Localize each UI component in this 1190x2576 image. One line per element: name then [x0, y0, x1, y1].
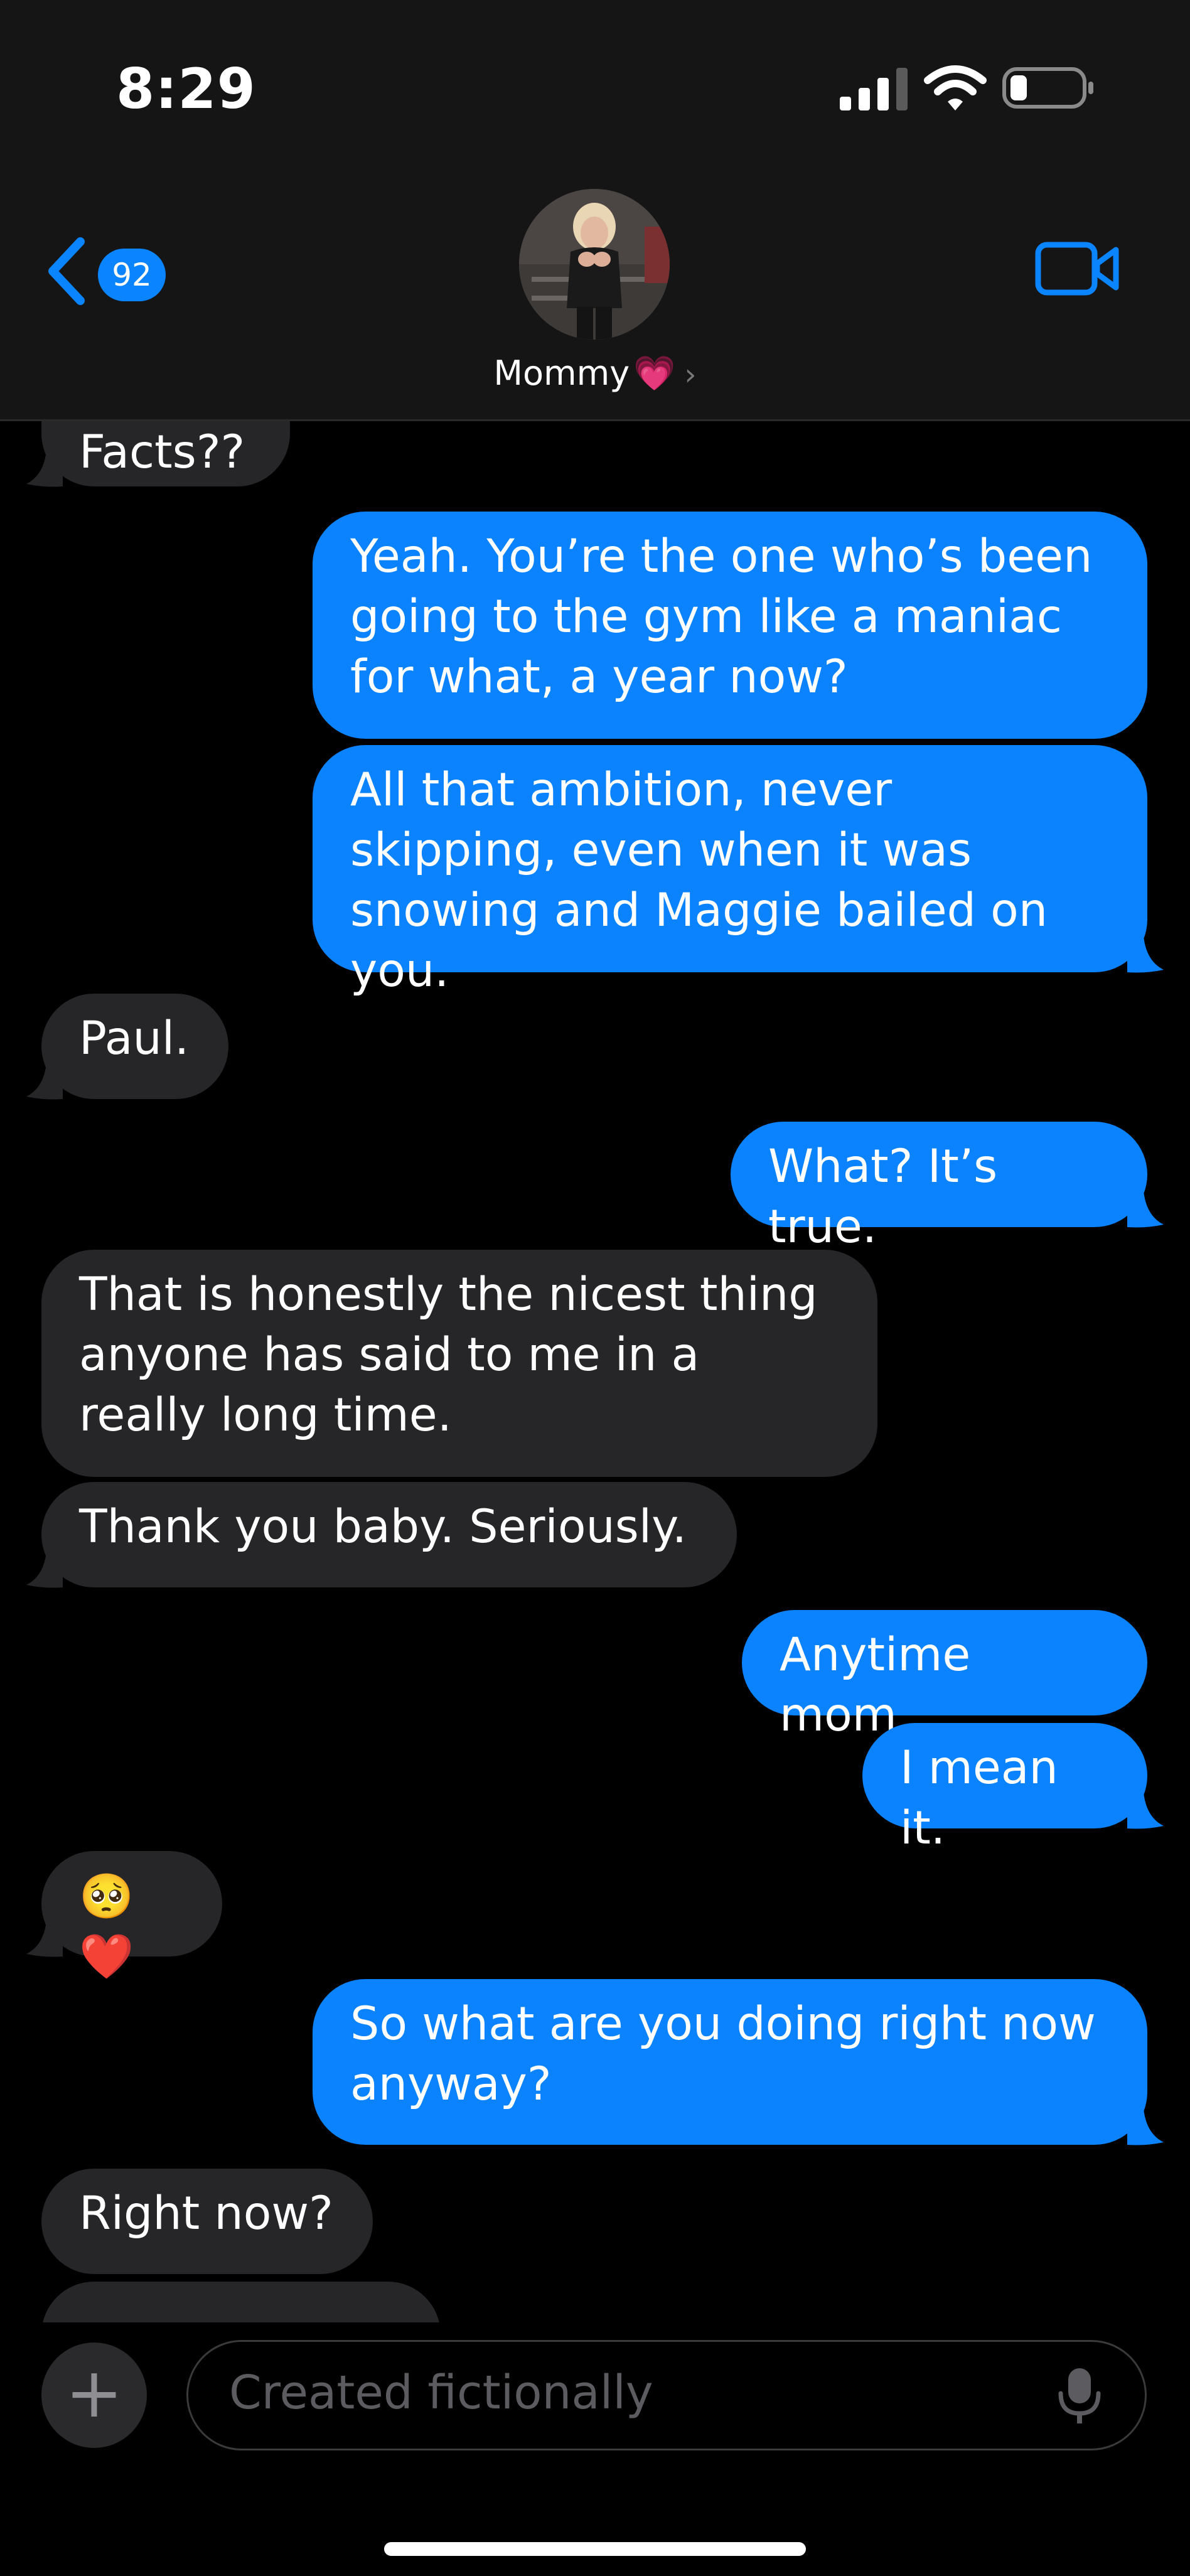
wifi-icon — [924, 65, 987, 110]
message-input-placeholder: Created fictionally — [229, 2366, 653, 2420]
composer-bar: + Created fictionally — [0, 2322, 1190, 2576]
status-bar: 8:29 — [0, 0, 1190, 176]
bubble-tail — [1127, 2108, 1164, 2145]
message-input[interactable]: Created fictionally — [186, 2340, 1147, 2450]
microphone-icon[interactable] — [1054, 2366, 1105, 2426]
contact-avatar[interactable] — [519, 189, 670, 340]
contact-name-button[interactable]: Mommy 💗 › — [0, 353, 1190, 394]
message-sent[interactable]: So what are you doing right now anyway? — [313, 1979, 1147, 2145]
message-thread[interactable]: Facts?? Yeah. You’re the one who’s been … — [0, 421, 1190, 2323]
unread-count-badge: 92 — [98, 249, 166, 301]
signal-icon — [840, 68, 908, 110]
bubble-tail — [1127, 1191, 1164, 1228]
message-received[interactable]: That is honestly the nicest thing anyone… — [41, 1250, 877, 1477]
message-sent[interactable]: What? It’s true. — [731, 1122, 1147, 1253]
bubble-tail — [1127, 1792, 1164, 1829]
message-sent[interactable]: I mean it. — [862, 1723, 1147, 1855]
status-time: 8:29 — [116, 56, 256, 121]
message-received[interactable]: Facts?? — [41, 421, 290, 486]
plus-icon: + — [65, 2353, 124, 2433]
avatar-photo — [519, 189, 670, 340]
contact-name: Mommy — [493, 353, 630, 393]
message-received-partial[interactable] — [41, 2282, 441, 2323]
contact-chevron-icon: › — [684, 357, 697, 392]
message-sent[interactable]: Yeah. You’re the one who’s been going to… — [313, 512, 1147, 739]
bubble-tail — [26, 450, 63, 487]
message-received[interactable]: Thank you baby. Seriously. — [41, 1482, 737, 1587]
video-call-icon[interactable] — [1034, 237, 1122, 300]
message-received[interactable]: Right now? — [41, 2169, 373, 2274]
conversation-header: 92 Mommy 💗 › — [0, 176, 1190, 421]
contact-heart: 💗 — [633, 353, 676, 393]
message-sent[interactable]: All that ambition, never skipping, even … — [313, 745, 1147, 997]
back-chevron-icon — [48, 237, 85, 305]
bubble-tail — [26, 1063, 63, 1100]
message-sent[interactable]: Anytime mom. — [742, 1610, 1147, 1742]
battery-icon — [1002, 67, 1093, 109]
home-indicator[interactable] — [384, 2542, 806, 2556]
bubble-tail — [26, 1551, 63, 1588]
bubble-tail — [1127, 936, 1164, 973]
message-received[interactable]: Paul. — [41, 994, 228, 1099]
bubble-tail — [26, 1920, 63, 1957]
add-attachment-button[interactable]: + — [41, 2343, 147, 2448]
message-received[interactable]: 🥺❤️ — [41, 1851, 222, 1982]
back-button[interactable]: 92 — [44, 233, 169, 309]
